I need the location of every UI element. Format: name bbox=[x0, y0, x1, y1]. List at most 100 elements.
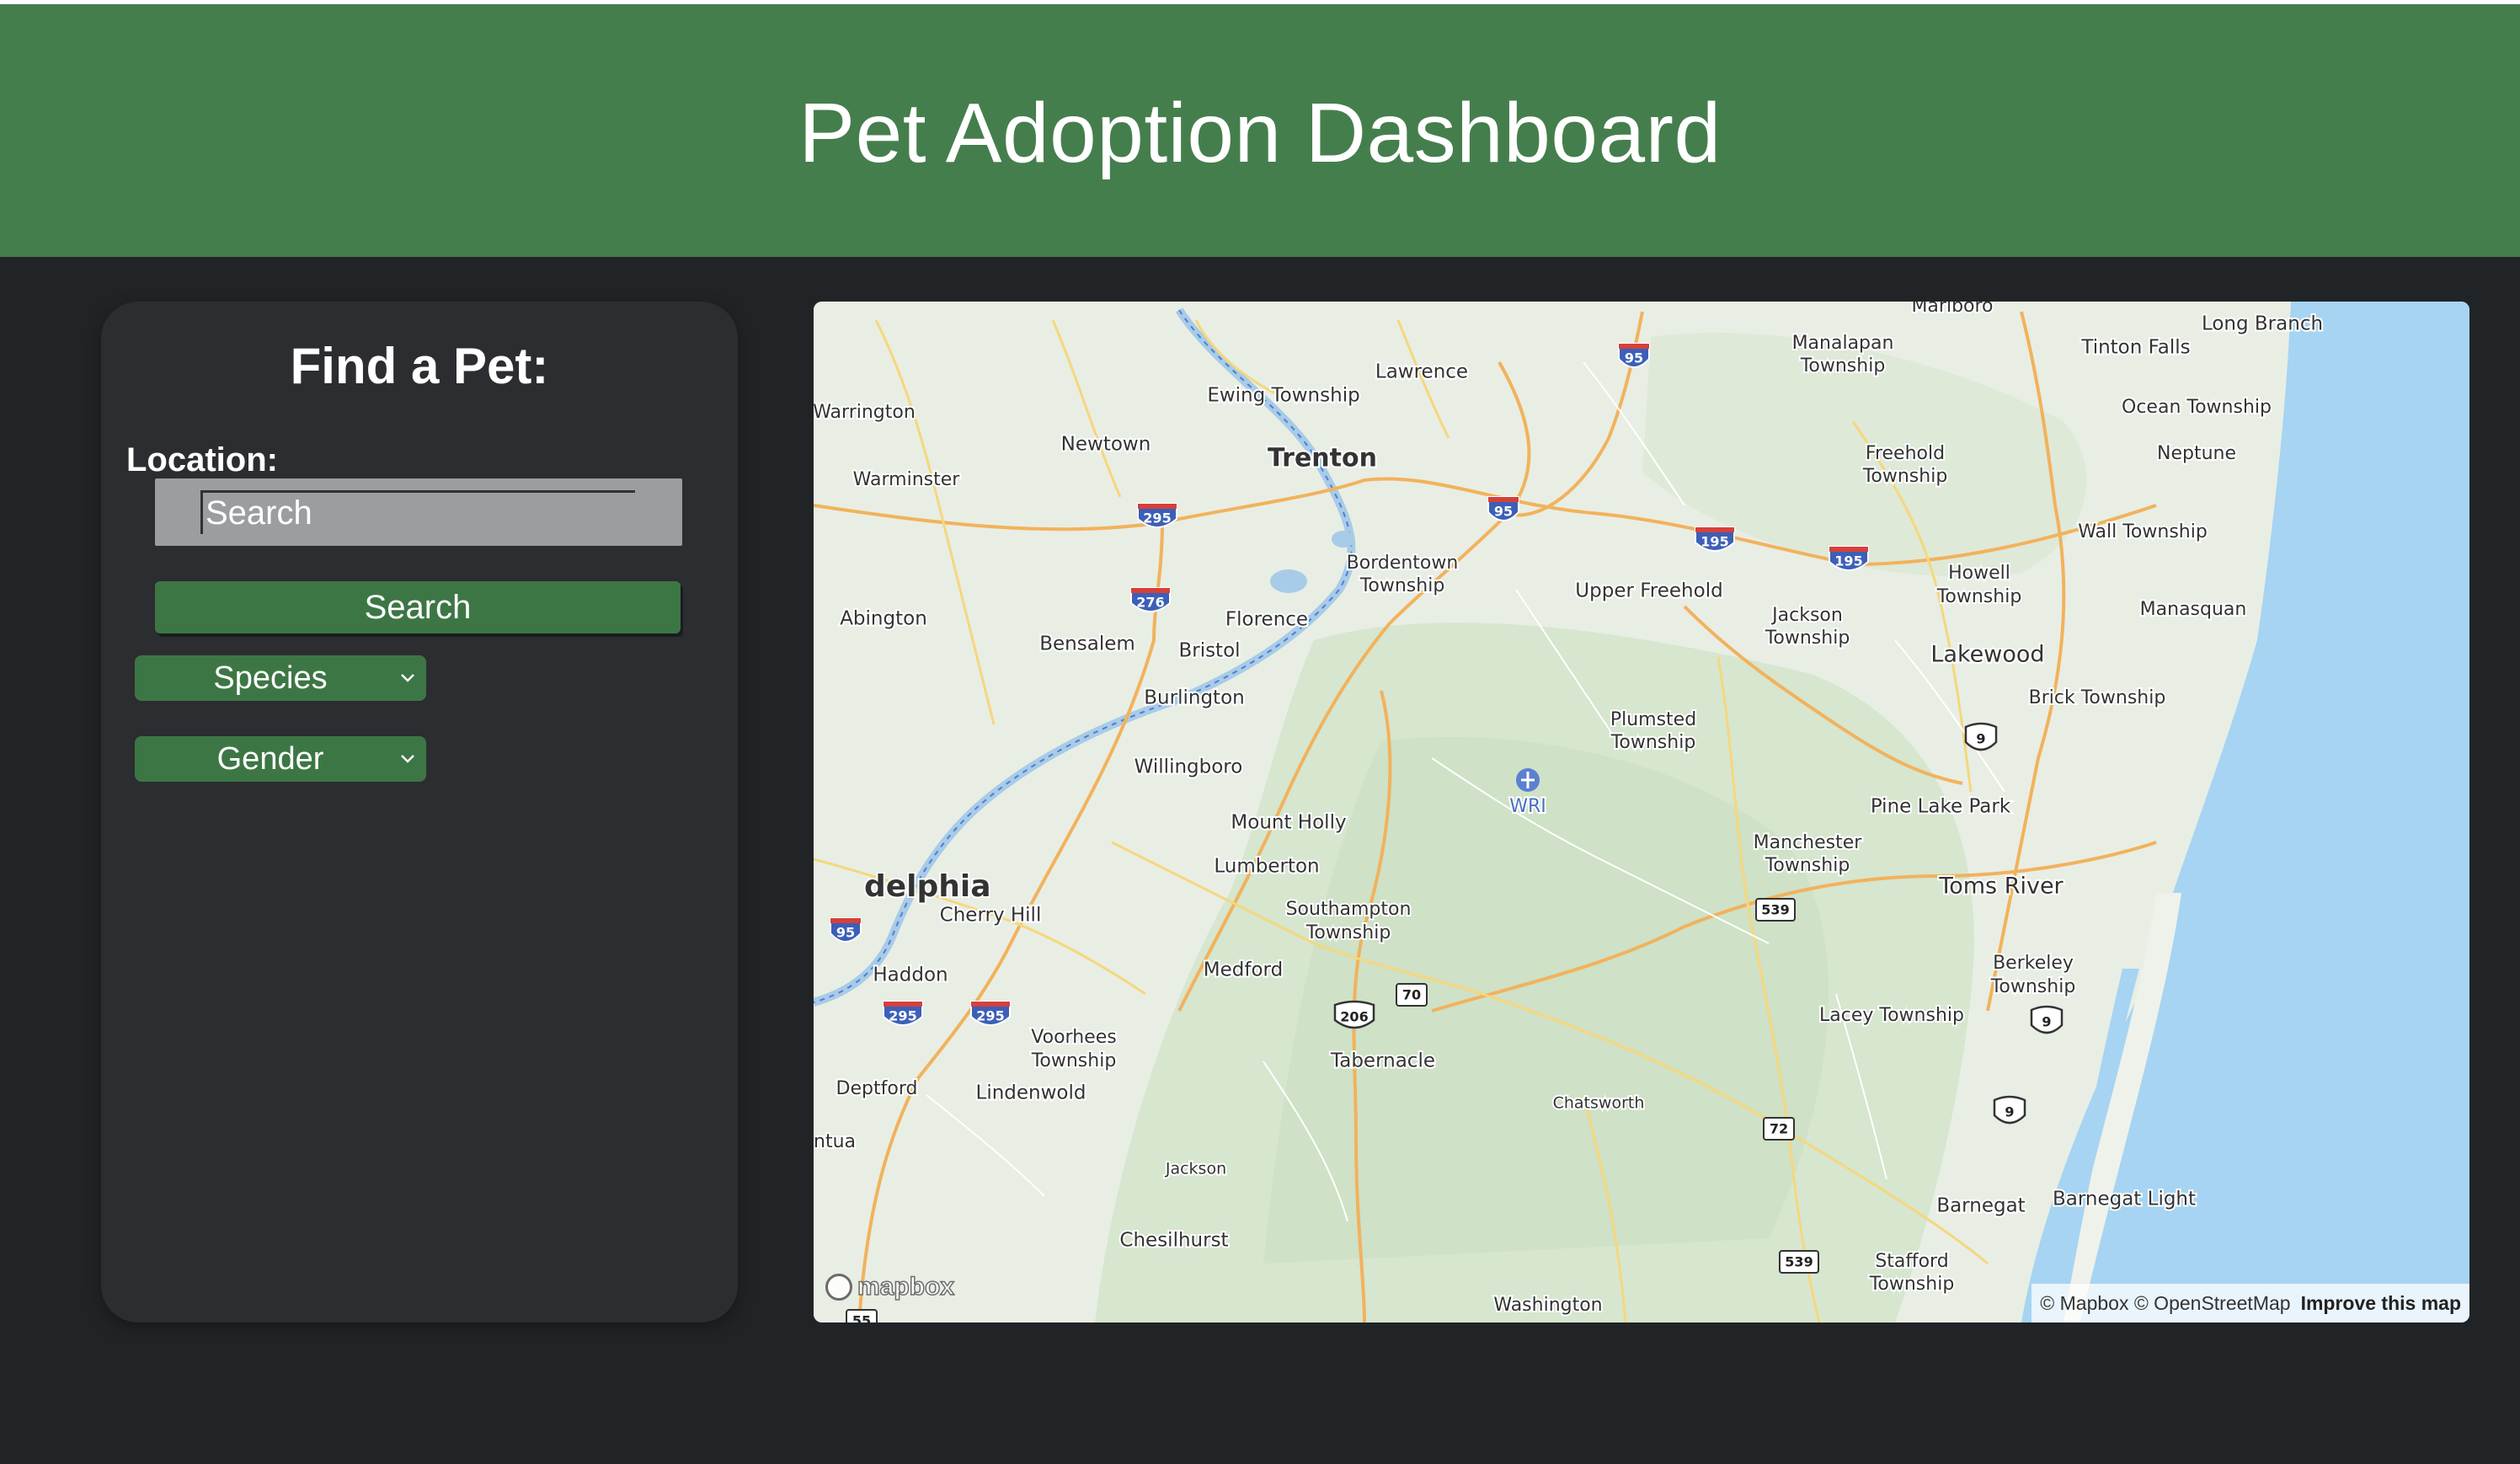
place-label: Toms River bbox=[1938, 874, 2064, 900]
place-label: Barnegat bbox=[1936, 1195, 2025, 1217]
place-label: Bristol bbox=[1178, 640, 1240, 662]
place-label: Long Branch bbox=[2202, 313, 2323, 335]
place-label: Plumsted bbox=[1610, 709, 1696, 730]
gender-select-label: Gender bbox=[216, 740, 324, 777]
route-shield-icon: 55 bbox=[846, 1309, 878, 1322]
route-shield-icon: 9 bbox=[1964, 722, 1998, 751]
place-label: Lacey Township bbox=[1819, 1005, 1964, 1026]
text-caret bbox=[200, 492, 203, 534]
place-label: Manasquan bbox=[2140, 599, 2247, 620]
route-shield-label: 195 bbox=[1700, 534, 1728, 550]
place-label: Warrington bbox=[814, 402, 916, 423]
place-label: delphia bbox=[864, 869, 991, 904]
place-label: Bensalem bbox=[1039, 633, 1135, 655]
route-shield-icon: 195 bbox=[1695, 526, 1735, 552]
place-label: Township bbox=[1800, 355, 1886, 377]
route-shield-icon: 9 bbox=[2030, 1005, 2064, 1034]
route-shield-label: 539 bbox=[1785, 1254, 1813, 1270]
place-label: Willingboro bbox=[1135, 756, 1243, 778]
route-shield-label: 95 bbox=[1625, 350, 1643, 366]
place-label: Neptune bbox=[2157, 443, 2236, 464]
place-label: Wall Township bbox=[2078, 521, 2208, 542]
place-label: Lakewood bbox=[1930, 642, 2044, 668]
species-select[interactable]: Species bbox=[135, 655, 426, 701]
chevron-down-icon bbox=[396, 736, 419, 782]
page-title: Pet Adoption Dashboard bbox=[798, 85, 1722, 180]
place-label: Mount Holly bbox=[1231, 812, 1346, 834]
route-shield-label: 206 bbox=[1340, 1009, 1368, 1025]
species-select-label: Species bbox=[213, 660, 328, 696]
place-label: Howell bbox=[1948, 563, 2010, 584]
place-label: Newtown bbox=[1061, 434, 1151, 456]
route-shield-label: 276 bbox=[1136, 595, 1164, 611]
location-search-field[interactable] bbox=[155, 478, 682, 546]
place-label: Florence bbox=[1225, 609, 1308, 631]
place-label: Chatsworth bbox=[1553, 1094, 1645, 1113]
place-label: Stafford bbox=[1875, 1251, 1948, 1272]
place-label: Lumberton bbox=[1214, 856, 1319, 878]
place-label: Township bbox=[1869, 1274, 1955, 1295]
route-shield-label: 9 bbox=[1976, 731, 1985, 747]
mapbox-logo-text: mapbox bbox=[857, 1272, 955, 1301]
route-shield-icon: 539 bbox=[1755, 898, 1796, 922]
place-label: Voorhees bbox=[1031, 1027, 1116, 1048]
attribution-text[interactable]: © Mapbox © OpenStreetMap bbox=[2040, 1292, 2290, 1315]
place-label: Township bbox=[1031, 1050, 1117, 1071]
place-label: Trenton bbox=[1268, 444, 1377, 473]
place-label: ntua bbox=[814, 1131, 856, 1152]
map-canvas[interactable]: MarlboroManalapanTownshipTinton FallsLon… bbox=[814, 302, 2469, 1322]
route-shield-label: 295 bbox=[1143, 510, 1171, 526]
panel-title: Find a Pet: bbox=[290, 338, 549, 394]
place-label: Ocean Township bbox=[2122, 397, 2272, 418]
route-shield-icon: 276 bbox=[1130, 587, 1171, 612]
place-label: Township bbox=[1610, 732, 1696, 753]
gender-select[interactable]: Gender bbox=[135, 736, 426, 782]
map-view[interactable]: Marlboro Manalapan Township Tinton Falls Lon… bbox=[814, 302, 2469, 1322]
place-label: Marlboro bbox=[1911, 302, 1993, 317]
filter-panel: Find a Pet: Location: Search Species Gen… bbox=[101, 302, 738, 1322]
route-shield-icon: 295 bbox=[883, 1001, 923, 1026]
route-shield-label: 72 bbox=[1770, 1121, 1788, 1137]
route-shield-label: 295 bbox=[976, 1008, 1004, 1024]
place-label: Bordentown bbox=[1347, 553, 1459, 574]
place-label: Jackson bbox=[1165, 1160, 1226, 1178]
place-label: Burlington bbox=[1144, 687, 1244, 709]
place-label: Washington bbox=[1493, 1295, 1602, 1316]
route-shield-label: 9 bbox=[2042, 1014, 2051, 1030]
route-shield-label: 295 bbox=[889, 1008, 916, 1024]
route-shield-icon: 539 bbox=[1779, 1250, 1819, 1274]
improve-map-link[interactable]: Improve this map bbox=[2301, 1292, 2461, 1315]
place-label: Freehold bbox=[1866, 443, 1945, 464]
airport-icon bbox=[1516, 768, 1540, 792]
place-label: Township bbox=[1765, 855, 1850, 876]
place-label: Township bbox=[1305, 922, 1391, 943]
place-label: Township bbox=[1765, 628, 1850, 649]
place-label: Cherry Hill bbox=[940, 905, 1042, 927]
route-shield-icon: 95 bbox=[830, 917, 862, 943]
route-shield-icon: 70 bbox=[1396, 983, 1428, 1007]
lake bbox=[1270, 569, 1307, 593]
place-label: Pine Lake Park bbox=[1871, 796, 2011, 818]
place-label: Ewing Township bbox=[1207, 385, 1359, 407]
place-label: WRI bbox=[1509, 796, 1546, 817]
place-label: Jackson bbox=[1770, 605, 1843, 626]
place-label: Township bbox=[1359, 575, 1445, 596]
route-shield-icon: 206 bbox=[1333, 1000, 1375, 1029]
mapbox-logo[interactable]: mapbox bbox=[825, 1269, 955, 1306]
place-label: Tinton Falls bbox=[2080, 337, 2190, 359]
route-shield-icon: 95 bbox=[1487, 496, 1519, 521]
place-label: Manalapan bbox=[1792, 333, 1894, 354]
place-label: Township bbox=[1862, 466, 1948, 487]
place-label: Abington bbox=[840, 608, 927, 630]
place-label: Barnegat Light bbox=[2053, 1189, 2196, 1210]
place-label: Tabernacle bbox=[1330, 1050, 1435, 1072]
route-shield-label: 70 bbox=[1402, 987, 1421, 1003]
place-label: Lawrence bbox=[1375, 361, 1468, 383]
place-label: Upper Freehold bbox=[1575, 580, 1722, 602]
location-label: Location: bbox=[126, 441, 278, 478]
place-label: Medford bbox=[1204, 959, 1283, 981]
search-button[interactable]: Search bbox=[155, 581, 681, 633]
route-shield-icon: 95 bbox=[1618, 343, 1650, 368]
location-search-input[interactable] bbox=[206, 490, 643, 536]
route-shield-label: 95 bbox=[836, 925, 855, 941]
